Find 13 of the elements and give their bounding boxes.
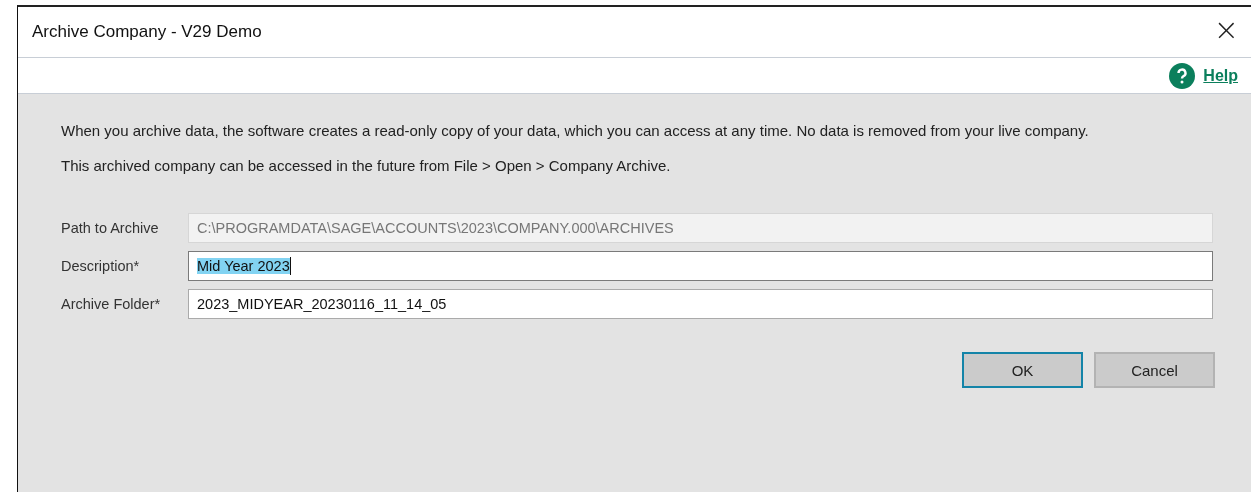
- input-field[interactable]: Mid Year 2023: [188, 251, 1213, 281]
- ok-button[interactable]: OK: [962, 352, 1083, 388]
- info-text: This archived company can be accessed in the future from File > Open > Company Archive.: [61, 156, 672, 176]
- close-button[interactable]: ×: [1201, 15, 1251, 49]
- field-label: Path to Archive: [61, 220, 160, 236]
- input-field[interactable]: 2023_MIDYEAR_20230116_11_14_05: [188, 289, 1213, 319]
- help-icon: [1169, 62, 1196, 89]
- info-text: When you archive data, the software creates a read-only copy of your data, which you can access at any time. No data is removed from your live company.: [61, 121, 1090, 141]
- field-label: Description*: [61, 258, 141, 274]
- cancel-button[interactable]: Cancel: [1094, 352, 1215, 388]
- field-label: Archive Folder*: [61, 296, 162, 312]
- help-link[interactable]: Help: [1203, 66, 1238, 85]
- window-title: Archive Company - V29 Demo: [32, 22, 262, 42]
